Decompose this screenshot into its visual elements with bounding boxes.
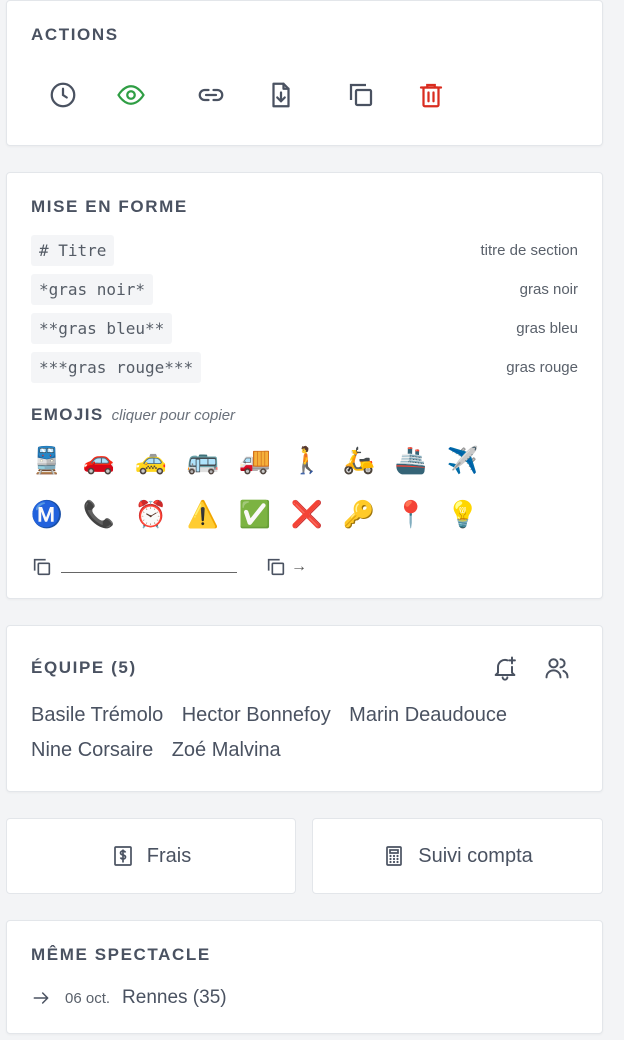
team-members: Basile Trémolo Hector Bonnefoy Marin Dea… — [31, 704, 571, 774]
format-desc: gras noir — [519, 281, 578, 298]
suivi-compta-label: Suivi compta — [418, 844, 533, 867]
format-code[interactable]: # Titre — [31, 235, 115, 266]
trash-icon[interactable] — [413, 77, 449, 113]
same-show-date: 06 oct. — [65, 989, 111, 1007]
copy-icon — [33, 558, 51, 576]
emoji-button[interactable]: 🚗 — [79, 441, 119, 481]
format-row: ***gras rouge*** gras rouge — [31, 352, 578, 384]
same-show-item[interactable]: 06 oct. Rennes (35) — [31, 987, 227, 1009]
emoji-button[interactable]: 🛵 — [339, 441, 379, 481]
team-member[interactable]: Zoé Malvina — [172, 739, 281, 762]
emoji-button[interactable]: 🚌 — [183, 441, 223, 481]
emoji-button[interactable]: ⏰ — [131, 495, 171, 535]
format-desc: gras bleu — [516, 320, 578, 337]
blank-line — [61, 571, 237, 573]
actions-card: ACTIONS — [6, 0, 603, 146]
team-member[interactable]: Nine Corsaire — [31, 739, 153, 762]
dollar-receipt-icon — [113, 846, 132, 866]
copy-blank-button[interactable] — [31, 553, 237, 581]
emoji-button[interactable]: 🚆 — [27, 441, 67, 481]
calculator-icon — [386, 846, 403, 866]
bell-plus-icon[interactable] — [487, 650, 523, 686]
arrow-right-icon — [33, 992, 49, 1004]
frais-label: Frais — [146, 844, 192, 867]
format-desc: titre de section — [480, 242, 578, 259]
emoji-button[interactable]: ✅ — [235, 495, 275, 535]
copy-arrow-button[interactable]: → — [265, 553, 307, 581]
emojis-header: EMOJIS cliquer pour copier — [31, 405, 235, 425]
format-title: MISE EN FORME — [31, 197, 188, 216]
format-code[interactable]: **gras bleu** — [31, 313, 173, 344]
actions-title: ACTIONS — [31, 25, 119, 44]
emoji-button[interactable]: ✈️ — [443, 441, 483, 481]
emojis-title: EMOJIS — [31, 405, 104, 424]
team-card: ÉQUIPE (5) Basile Trémolo Hector Bonnefo… — [6, 625, 603, 792]
same-show-card: MÊME SPECTACLE 06 oct. Rennes (35) — [6, 920, 603, 1034]
emoji-button[interactable]: ❌ — [287, 495, 327, 535]
format-row: *gras noir* gras noir — [31, 274, 578, 306]
suivi-compta-button[interactable]: Suivi compta — [312, 818, 603, 894]
emoji-button[interactable]: 🚢 — [391, 441, 431, 481]
format-card: MISE EN FORME # Titre titre de section *… — [6, 172, 603, 599]
emojis-hint: cliquer pour copier — [111, 407, 236, 424]
emoji-button[interactable]: 🚶 — [287, 441, 327, 481]
emoji-button[interactable]: 📍 — [391, 495, 431, 535]
same-show-title: MÊME SPECTACLE — [31, 945, 211, 964]
users-icon[interactable] — [539, 650, 575, 686]
frais-button[interactable]: Frais — [6, 818, 296, 894]
format-desc: gras rouge — [506, 359, 578, 376]
emoji-button[interactable]: 💡 — [443, 495, 483, 535]
emoji-button[interactable]: Ⓜ️ — [27, 495, 67, 535]
eye-icon[interactable] — [113, 77, 149, 113]
team-member[interactable]: Hector Bonnefoy — [182, 704, 331, 727]
arrow-glyph: → — [291, 558, 307, 575]
team-member[interactable]: Basile Trémolo — [31, 704, 163, 727]
emoji-button[interactable]: 🚚 — [235, 441, 275, 481]
format-code[interactable]: *gras noir* — [31, 274, 153, 305]
emoji-button[interactable]: 🔑 — [339, 495, 379, 535]
same-show-city: Rennes (35) — [122, 987, 227, 1008]
link-icon[interactable] — [193, 77, 229, 113]
copy-icon — [267, 558, 285, 576]
format-row: # Titre titre de section — [31, 235, 578, 267]
clock-icon[interactable] — [45, 77, 81, 113]
format-row: **gras bleu** gras bleu — [31, 313, 578, 345]
copy-icon[interactable] — [343, 77, 379, 113]
team-member[interactable]: Marin Deaudouce — [349, 704, 507, 727]
emoji-button[interactable]: 📞 — [79, 495, 119, 535]
emoji-button[interactable]: ⚠️ — [183, 495, 223, 535]
team-title: ÉQUIPE (5) — [31, 658, 137, 677]
emoji-button[interactable]: 🚕 — [131, 441, 171, 481]
file-download-icon[interactable] — [263, 77, 299, 113]
format-code[interactable]: ***gras rouge*** — [31, 352, 202, 383]
